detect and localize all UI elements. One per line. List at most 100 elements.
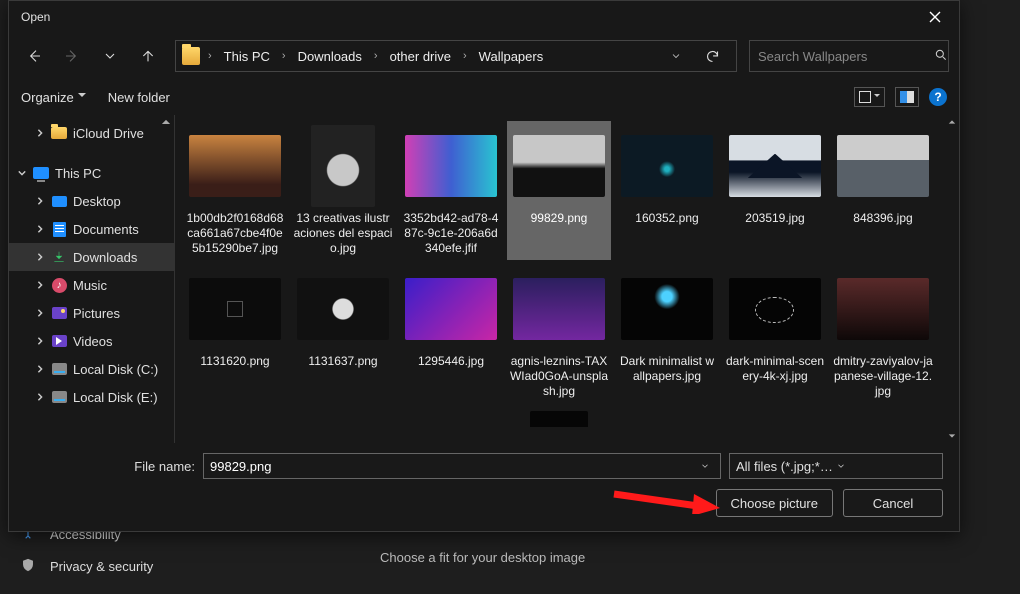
file-name-label: 160352.png [635,211,698,226]
tree-item-videos[interactable]: Videos [9,327,174,355]
tree-label: This PC [55,166,101,181]
file-name-label: Dark minimalist wallpapers.jpg [617,354,717,384]
file-name-label: 1b00db2f0168d68ca661a67cbe4f0e5b15290be7… [185,211,285,256]
file-list-pane: 1b00db2f0168d68ca661a67cbe4f0e5b15290be7… [175,115,959,443]
forward-button[interactable] [57,41,87,71]
thumbnail-image [405,135,497,197]
breadcrumb-segment[interactable]: other drive [386,47,455,66]
dialog-footer: File name: All files (*.jpg;*.jpeg;*.bmp… [9,443,959,531]
thumbnail-image [837,278,929,340]
recent-locations-button[interactable] [95,41,125,71]
file-name-label: 848396.jpg [853,211,912,226]
thumbnail-image [729,135,821,197]
file-item[interactable]: 13 creativas ilustraciones del espacio.j… [291,121,395,260]
filename-combo[interactable] [203,453,721,479]
tree-label: Local Disk (C:) [73,362,158,377]
file-item[interactable]: 848396.jpg [831,121,935,260]
file-item[interactable]: agnis-leznins-TAXWIad0GoA-unsplash.jpg [507,264,611,403]
preview-pane-button[interactable] [895,87,919,107]
breadcrumb-expand-button[interactable] [662,50,690,62]
chevron-right-icon [36,197,44,205]
thumbnail-image [837,135,929,197]
desktop-icon [52,196,67,207]
thumbnail-image [621,278,713,340]
file-item[interactable] [507,407,611,427]
file-item[interactable]: 1b00db2f0168d68ca661a67cbe4f0e5b15290be7… [183,121,287,260]
file-item[interactable]: dmitry-zaviyalov-japanese-village-12.jpg [831,264,935,403]
chevron-right-icon [36,365,44,373]
cancel-button[interactable]: Cancel [843,489,943,517]
filename-label: File name: [25,459,195,474]
tree-item-documents[interactable]: Documents [9,215,174,243]
toolbar: Organize New folder ? [9,79,959,115]
chevron-right-icon [36,281,44,289]
close-button[interactable] [917,3,953,31]
filetype-filter[interactable]: All files (*.jpg;*.jpeg;*.bmp;*.dib;*.pn… [729,453,943,479]
settings-nav-privacy[interactable]: Privacy & security [20,550,310,582]
thumbnail-image [621,135,713,197]
breadcrumb[interactable]: › This PC › Downloads › other drive › Wa… [175,40,737,72]
tree-item-icloud[interactable]: iCloud Drive [9,119,174,147]
file-item[interactable]: 1295446.jpg [399,264,503,403]
file-item[interactable]: 99829.png [507,121,611,260]
search-icon [934,48,948,65]
file-item[interactable]: dark-minimal-scenery-4k-xj.jpg [723,264,827,403]
search-input[interactable] [758,49,934,64]
tree-item-music[interactable]: Music [9,271,174,299]
up-button[interactable] [133,41,163,71]
file-name-label: agnis-leznins-TAXWIad0GoA-unsplash.jpg [509,354,609,399]
dialog-title: Open [21,10,50,24]
tree-item-local-c[interactable]: Local Disk (C:) [9,355,174,383]
file-name-label: 203519.jpg [745,211,804,226]
dropdown-icon [874,94,880,100]
tree-item-downloads[interactable]: Downloads [9,243,174,271]
tree-item-pictures[interactable]: Pictures [9,299,174,327]
scrollbar-up-button[interactable] [160,115,172,129]
file-item[interactable]: 160352.png [615,121,719,260]
thumbnail-image [513,278,605,340]
tree-label: Pictures [73,306,120,321]
thumbnail-image [530,411,588,427]
organize-label: Organize [21,90,74,105]
organize-menu-button[interactable]: Organize [21,90,86,105]
file-grid-scroll[interactable]: 1b00db2f0168d68ca661a67cbe4f0e5b15290be7… [175,115,945,443]
file-name-label: 3352bd42-ad78-487c-9c1e-206a6d340efe.jfi… [401,211,501,256]
pc-icon [33,167,49,179]
videos-icon [52,335,67,347]
file-item[interactable]: Dark minimalist wallpapers.jpg [615,264,719,403]
scrollbar-up-button[interactable] [948,115,956,129]
navigation-bar: › This PC › Downloads › other drive › Wa… [9,33,959,79]
disk-icon [52,391,67,403]
help-button[interactable]: ? [929,88,947,106]
arrow-right-icon [64,48,80,64]
refresh-button[interactable] [694,40,730,72]
arrow-left-icon [26,48,42,64]
tree-item-desktop[interactable]: Desktop [9,187,174,215]
thumbnail-image [297,278,389,340]
choose-picture-button[interactable]: Choose picture [716,489,833,517]
button-label: Cancel [873,496,913,511]
back-button[interactable] [19,41,49,71]
dropdown-button[interactable] [696,461,714,471]
scrollbar-vertical[interactable] [945,115,959,443]
breadcrumb-segment[interactable]: Downloads [294,47,366,66]
dropdown-button[interactable] [836,459,936,474]
breadcrumb-segment[interactable]: This PC [220,47,274,66]
file-item[interactable]: 3352bd42-ad78-487c-9c1e-206a6d340efe.jfi… [399,121,503,260]
file-item[interactable]: 1131637.png [291,264,395,403]
filename-input[interactable] [210,459,696,474]
file-item[interactable]: 203519.jpg [723,121,827,260]
titlebar: Open [9,1,959,33]
button-label: Choose picture [731,496,818,511]
chevron-down-icon [102,48,118,64]
search-box[interactable] [749,40,949,72]
new-folder-button[interactable]: New folder [108,90,170,105]
tree-item-this-pc[interactable]: This PC [9,159,174,187]
thumbnail-image [311,125,375,207]
scrollbar-down-button[interactable] [948,429,956,443]
tree-item-local-e[interactable]: Local Disk (E:) [9,383,174,411]
file-item[interactable]: 1131620.png [183,264,287,403]
breadcrumb-segment[interactable]: Wallpapers [475,47,548,66]
downloads-icon [52,251,67,264]
view-mode-button[interactable] [854,87,885,107]
